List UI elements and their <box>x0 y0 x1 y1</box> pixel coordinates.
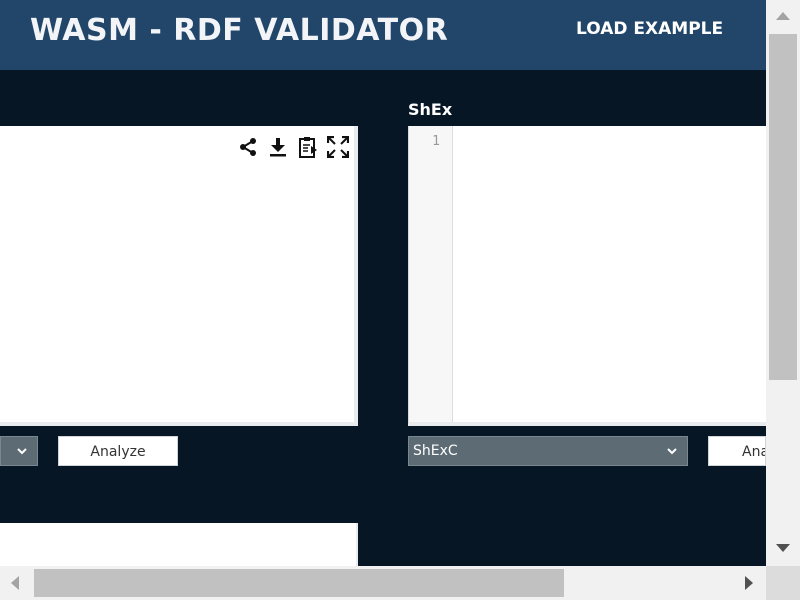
app-header: WASM - RDF VALIDATOR LOAD EXAMPLE <box>0 0 766 70</box>
shex-editor[interactable]: 1 <box>408 126 766 426</box>
download-icon[interactable] <box>266 136 290 158</box>
line-number: 1 <box>432 134 440 149</box>
data-editor[interactable] <box>0 126 358 426</box>
chevron-down-icon <box>17 448 27 455</box>
scroll-down-icon[interactable] <box>776 544 790 552</box>
scroll-up-icon[interactable] <box>776 12 790 20</box>
horizontal-scrollbar[interactable] <box>0 566 766 600</box>
app-title: WASM - RDF VALIDATOR <box>30 13 449 48</box>
share-icon[interactable] <box>236 136 260 158</box>
analyze-data-button[interactable]: Analyze <box>58 436 178 466</box>
shex-format-value: ShExC <box>413 443 458 459</box>
vertical-scroll-thumb[interactable] <box>769 34 797 380</box>
analyze-shex-button[interactable]: Analyze <box>708 436 766 466</box>
fullscreen-icon[interactable] <box>326 136 350 158</box>
scroll-right-icon[interactable] <box>745 576 753 590</box>
vertical-scrollbar[interactable] <box>766 0 800 566</box>
scroll-left-icon[interactable] <box>11 576 19 590</box>
results-panel <box>0 523 358 566</box>
shex-format-select[interactable]: ShExC <box>408 436 688 466</box>
shex-label: ShEx <box>408 100 453 119</box>
scrollbar-corner <box>766 566 800 600</box>
data-format-select[interactable] <box>0 436 38 466</box>
editor-toolbar <box>236 136 350 158</box>
load-example-button[interactable]: LOAD EXAMPLE <box>576 19 723 39</box>
chevron-down-icon <box>667 448 677 455</box>
horizontal-scroll-thumb[interactable] <box>34 569 564 597</box>
paste-icon[interactable] <box>296 136 320 158</box>
line-gutter: 1 <box>409 126 453 422</box>
